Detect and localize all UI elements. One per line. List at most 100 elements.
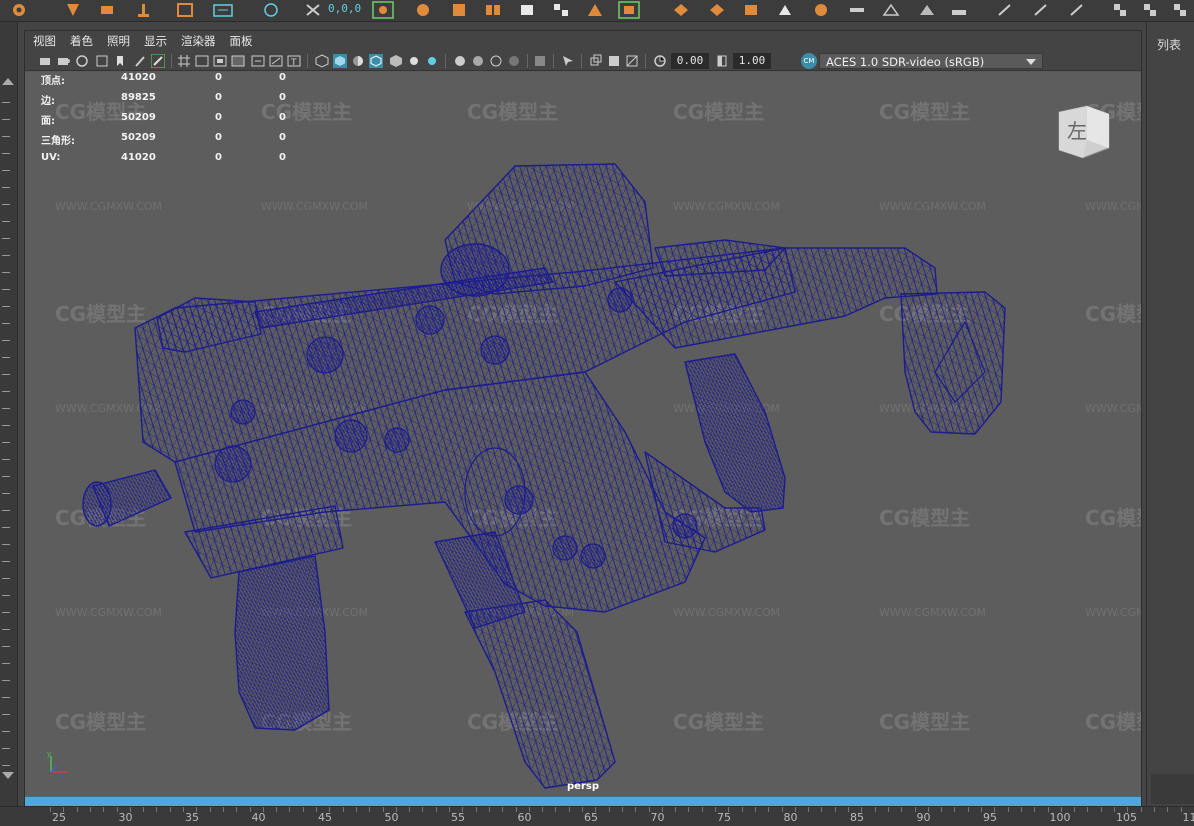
frame-number: 105 <box>1116 811 1137 824</box>
motion-blur-icon[interactable] <box>471 54 485 68</box>
grease-pencil-icon[interactable] <box>133 54 147 68</box>
exposure-field[interactable]: 0.00 <box>671 53 709 69</box>
resolution-gate-icon[interactable] <box>213 54 227 68</box>
wireframe-icon[interactable] <box>315 54 329 68</box>
frame-number: 100 <box>1049 811 1071 824</box>
hud-selected: 0 <box>215 92 222 103</box>
plane-icon[interactable] <box>948 1 970 19</box>
hud-extra: 0 <box>279 152 286 163</box>
3d-viewport[interactable]: CG模型主 WWW.CGMXW.COM CG模型主 WWW.CGMXW.COM CG模型… <box>25 72 1141 796</box>
right-panel-footer <box>1151 774 1194 804</box>
scroll-up-icon[interactable] <box>2 78 14 85</box>
cone-icon[interactable] <box>706 1 728 19</box>
color-management-icon[interactable]: CM <box>801 53 817 69</box>
cut-icon[interactable] <box>448 1 470 19</box>
flat-icon[interactable] <box>846 1 868 19</box>
anti-aliasing-icon[interactable] <box>489 54 503 68</box>
depth-of-field-icon[interactable] <box>507 54 521 68</box>
xray-joints-icon[interactable] <box>589 54 603 68</box>
camera-select-icon[interactable] <box>39 54 53 68</box>
wireframe-model[interactable] <box>25 72 1141 796</box>
hud-count: 89825 <box>121 92 156 103</box>
move-icon[interactable] <box>96 1 118 19</box>
select-icon[interactable] <box>302 1 324 19</box>
cone2-icon[interactable] <box>916 1 938 19</box>
frame-number: 45 <box>318 811 332 824</box>
wireframe-on-shaded-icon[interactable] <box>369 54 383 68</box>
menu-show[interactable]: 显示 <box>144 33 167 49</box>
backface-icon[interactable] <box>625 54 639 68</box>
sight-knob <box>440 243 510 297</box>
menu-lighting[interactable]: 照明 <box>107 33 130 49</box>
pencil-icon[interactable] <box>151 54 165 68</box>
film-gate-icon[interactable] <box>195 54 209 68</box>
flag-icon[interactable] <box>740 1 762 19</box>
xform-icon[interactable] <box>260 1 282 19</box>
shadows-icon[interactable] <box>425 54 439 68</box>
textured-icon[interactable] <box>389 54 403 68</box>
safe-title-icon[interactable]: T <box>287 54 301 68</box>
gamma-icon[interactable] <box>715 54 729 68</box>
menu-shading[interactable]: 着色 <box>70 33 93 49</box>
safe-action-icon[interactable] <box>269 54 283 68</box>
gamma-field[interactable]: 1.00 <box>733 53 771 69</box>
menu-panels[interactable]: 面板 <box>230 33 253 49</box>
hud-label: 顶点: <box>41 76 65 87</box>
isolate-select-icon[interactable] <box>561 54 575 68</box>
xray-icon[interactable] <box>533 54 547 68</box>
lights-icon[interactable] <box>407 54 421 68</box>
pen-icon[interactable] <box>1066 1 1088 19</box>
viewcube[interactable]: 左 <box>1055 102 1111 160</box>
camera-icon[interactable] <box>212 1 234 19</box>
time-slider[interactable]: 25 30 35 40 45 50 55 60 65 70 75 80 85 90 95 100 105 11 <box>0 806 1194 826</box>
grid-toggle-icon[interactable] <box>177 54 191 68</box>
hud-count: 41020 <box>121 152 156 163</box>
xray-active-icon[interactable] <box>607 54 621 68</box>
grid-icon[interactable] <box>174 1 196 19</box>
arrow-icon[interactable] <box>880 1 902 19</box>
lasso-icon[interactable] <box>372 1 394 19</box>
merge-icon[interactable] <box>550 1 572 19</box>
smooth-shade-icon[interactable] <box>333 54 347 68</box>
bookmark-icon[interactable] <box>75 54 89 68</box>
screen-space-ao-icon[interactable] <box>453 54 467 68</box>
paint2-icon[interactable] <box>994 1 1016 19</box>
2d-pan-icon[interactable] <box>113 54 127 68</box>
hud-selected: 0 <box>215 72 222 83</box>
box-icon[interactable] <box>584 1 606 19</box>
color-space-value: ACES 1.0 SDR-video (sRGB) <box>826 55 985 69</box>
field-chart-icon[interactable] <box>251 54 265 68</box>
brush-icon[interactable] <box>1030 1 1052 19</box>
pin-8 <box>384 427 410 453</box>
pin-7 <box>334 419 368 453</box>
svg-text:z: z <box>59 771 63 778</box>
image-plane-icon[interactable] <box>95 54 109 68</box>
split-icon[interactable] <box>482 1 504 19</box>
camera-attr-icon[interactable] <box>57 54 71 68</box>
snap-icon[interactable] <box>8 1 30 19</box>
cube-icon[interactable] <box>412 1 434 19</box>
hud-label: 面: <box>41 116 55 127</box>
exposure-icon[interactable] <box>653 54 667 68</box>
scroll-down-icon[interactable] <box>2 772 14 779</box>
menu-renderer[interactable]: 渲染器 <box>181 33 216 49</box>
paint-icon[interactable] <box>62 1 84 19</box>
deform-icon[interactable] <box>618 1 640 19</box>
checker-icon[interactable] <box>1110 1 1132 19</box>
frame-number: 90 <box>916 811 931 824</box>
frame-number: 25 <box>52 811 66 824</box>
play-icon[interactable] <box>810 1 832 19</box>
checker2-icon[interactable] <box>1140 1 1162 19</box>
checker3-icon[interactable] <box>1170 1 1192 19</box>
menu-view[interactable]: 视图 <box>33 33 56 49</box>
hud-extra: 0 <box>279 112 286 123</box>
triangle-icon[interactable] <box>774 1 796 19</box>
scale-icon[interactable] <box>132 1 154 19</box>
fill-icon[interactable] <box>516 1 538 19</box>
color-space-dropdown[interactable]: ACES 1.0 SDR-video (sRGB) <box>819 53 1043 69</box>
outliner-title[interactable]: 列表 <box>1157 36 1181 53</box>
sphere-icon[interactable] <box>670 1 692 19</box>
default-lighting-icon[interactable] <box>351 54 365 68</box>
gate-mask-icon[interactable] <box>231 54 245 68</box>
pin-11 <box>580 543 606 569</box>
